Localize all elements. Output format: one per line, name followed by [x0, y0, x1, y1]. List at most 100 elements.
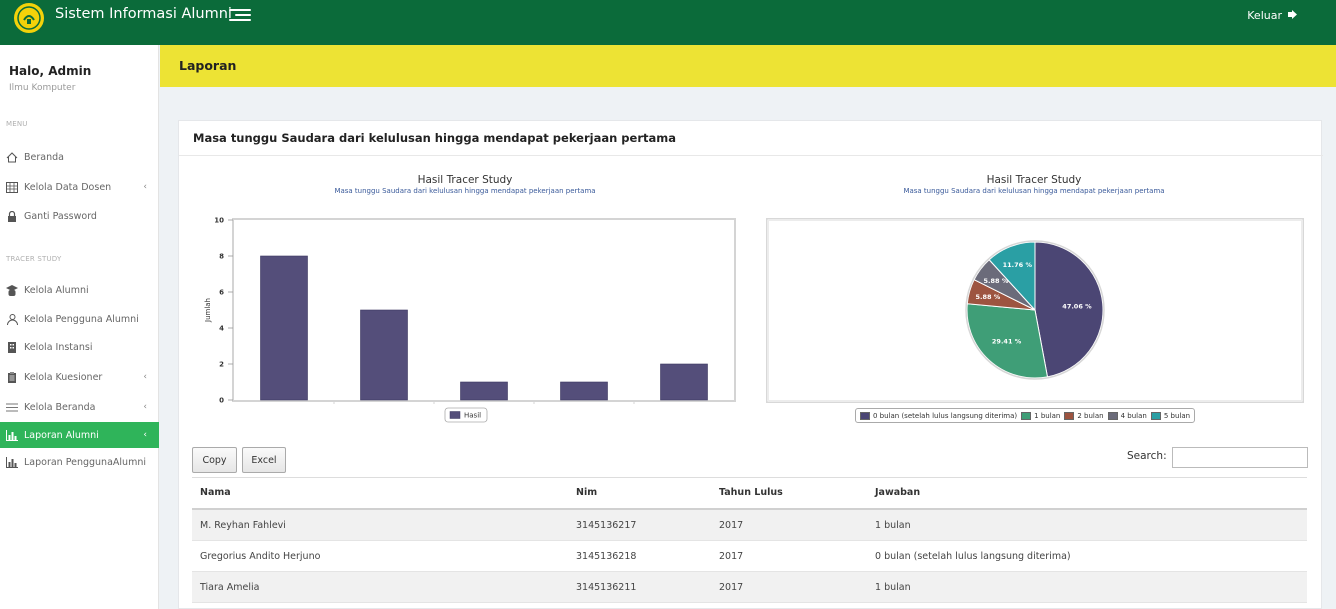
cell-tahun-lulus: 2017 — [719, 551, 744, 562]
pie-slice-label: 47.06 % — [1062, 303, 1092, 311]
sidebar-item-kelola-instansi[interactable]: Kelola Instansi — [0, 334, 159, 360]
page-header: Laporan — [160, 45, 1336, 87]
cell-jawaban: 1 bulan — [875, 520, 911, 531]
university-logo — [12, 1, 46, 35]
y-tick-label: 8 — [219, 253, 224, 261]
column-header-nama[interactable]: Nama — [200, 487, 231, 498]
app-title: Sistem Informasi Alumni — [55, 6, 232, 22]
sidebar: Halo, Admin Ilmu Komputer MENU Beranda K… — [0, 45, 159, 609]
table-row[interactable]: M. Reyhan Fahlevi 3145136217 2017 1 bula… — [192, 510, 1307, 541]
legend-swatch — [1107, 411, 1118, 420]
copy-button[interactable]: Copy — [192, 447, 237, 473]
legend-swatch — [1150, 411, 1161, 420]
sidebar-item-beranda[interactable]: Beranda — [0, 144, 159, 170]
sidebar-item-label: Kelola Instansi — [24, 341, 93, 353]
bar-plot-frame — [232, 218, 736, 402]
chevron-left-icon: ‹ — [143, 430, 147, 440]
table-top-border — [192, 477, 1307, 478]
y-axis-label: Jumlah — [204, 298, 212, 323]
building-icon — [5, 341, 19, 353]
bar-chart-subtitle: Masa tunggu Saudara dari kelulusan hingg… — [334, 187, 596, 195]
y-tick-label: 0 — [219, 397, 224, 405]
chevron-left-icon: ‹ — [143, 402, 147, 412]
cell-nim: 3145136217 — [576, 520, 637, 531]
legend-item[interactable]: 1 bulan — [1021, 411, 1061, 420]
sidebar-item-label: Ganti Password — [24, 210, 97, 222]
search-input[interactable] — [1172, 447, 1308, 468]
legend-label: 5 bulan — [1163, 411, 1191, 420]
user-greeting: Halo, Admin — [9, 64, 92, 78]
logout-button[interactable]: Keluar — [1247, 9, 1298, 22]
table-icon — [5, 181, 19, 193]
column-header-nim[interactable]: Nim — [576, 487, 597, 498]
bar-chart-title: Hasil Tracer Study — [417, 174, 513, 186]
sidebar-toggle-icon[interactable] — [229, 9, 251, 21]
table-row[interactable]: Tiara Amelia 3145136211 2017 1 bulan — [192, 572, 1307, 603]
sidebar-item-kelola-alumni[interactable]: Kelola Alumni — [0, 277, 159, 303]
cell-tahun-lulus: 2017 — [719, 520, 744, 531]
chart-icon — [5, 456, 19, 468]
cell-nama: M. Reyhan Fahlevi — [200, 520, 286, 531]
cell-jawaban: 0 bulan (setelah lulus langsung diterima… — [875, 551, 1071, 562]
sidebar-item-label: Kelola Data Dosen — [24, 181, 112, 193]
legend-label: 2 bulan — [1077, 411, 1104, 420]
menu-icon — [5, 401, 19, 413]
legend-label: 4 bulan — [1120, 411, 1147, 420]
sidebar-item-label: Beranda — [24, 151, 64, 163]
search-label: Search: — [1127, 450, 1167, 462]
legend-swatch — [449, 411, 461, 419]
legend-swatch — [860, 411, 870, 420]
legend-item[interactable]: 0 bulan (setelah lulus langsung diterima… — [860, 411, 1018, 420]
bar-0 bulan (setelah lulus langsung diterima)[interactable] — [260, 255, 308, 401]
bar-5 bulan[interactable] — [660, 363, 708, 401]
cell-tahun-lulus: 2017 — [719, 582, 744, 593]
table-row[interactable]: Gregorius Andito Herjuno 3145136218 2017… — [192, 541, 1307, 572]
home-icon — [5, 151, 19, 163]
top-navbar: Sistem Informasi Alumni Keluar — [0, 0, 1336, 45]
pie-legend: 0 bulan (setelah lulus langsung diterima… — [855, 408, 1196, 423]
sidebar-item-label: Kelola Kuesioner — [24, 371, 103, 383]
card-divider — [179, 155, 1323, 156]
y-tick-label: 10 — [214, 217, 224, 225]
legend-item[interactable]: 4 bulan — [1107, 411, 1147, 420]
sidebar-item-kelola-kuesioner[interactable]: Kelola Kuesioner ‹ — [0, 364, 159, 390]
clipboard-icon — [5, 371, 19, 383]
pie-slice-label: 5.88 % — [984, 277, 1009, 285]
card-title: Masa tunggu Saudara dari kelulusan hingg… — [193, 131, 676, 145]
chart-icon — [5, 429, 19, 441]
excel-button[interactable]: Excel — [242, 447, 286, 473]
sidebar-item-label: Laporan PenggunaAlumni — [24, 456, 146, 468]
sidebar-item-kelola-pengguna-alumni[interactable]: Kelola Pengguna Alumni — [0, 306, 159, 332]
page-title: Laporan — [179, 58, 237, 73]
sidebar-item-kelola-beranda[interactable]: Kelola Beranda ‹ — [0, 394, 159, 420]
menu-section-label: MENU — [6, 120, 28, 128]
legend-label: 1 bulan — [1034, 411, 1061, 420]
sidebar-item-label: Kelola Beranda — [24, 401, 96, 413]
cell-nama: Gregorius Andito Herjuno — [200, 551, 321, 562]
user-department: Ilmu Komputer — [9, 83, 76, 93]
sidebar-item-laporan-alumni[interactable]: Laporan Alumni ‹ — [0, 422, 159, 448]
column-header-tahun-lulus[interactable]: Tahun Lulus — [719, 487, 783, 498]
user-icon — [5, 313, 19, 325]
sidebar-item-kelola-data-dosen[interactable]: Kelola Data Dosen ‹ — [0, 174, 159, 200]
graduate-icon — [5, 284, 19, 296]
logout-label: Keluar — [1247, 9, 1282, 22]
pie-slice-label: 29.41 % — [992, 338, 1022, 346]
bar-2 bulan[interactable] — [460, 381, 508, 401]
bar-chart: 0 2 4 6 8 10 Jumlah Hasil — [204, 217, 736, 423]
tracer-section-label: TRACER STUDY — [6, 255, 62, 263]
pie-chart-subtitle: Masa tunggu Saudara dari kelulusan hingg… — [903, 187, 1165, 195]
legend-item[interactable]: 2 bulan — [1064, 411, 1104, 420]
legend-swatch — [1021, 411, 1032, 420]
chevron-left-icon: ‹ — [143, 372, 147, 382]
y-tick-label: 6 — [219, 289, 224, 297]
legend-label: 0 bulan (setelah lulus langsung diterima… — [873, 411, 1018, 420]
bar-legend: Hasil — [444, 407, 488, 423]
sidebar-item-laporan-pengguna-alumni[interactable]: Laporan PenggunaAlumni — [0, 449, 159, 475]
bar-1 bulan[interactable] — [360, 309, 408, 401]
bar-4 bulan[interactable] — [560, 381, 608, 401]
legend-item[interactable]: 5 bulan — [1150, 411, 1191, 420]
column-header-jawaban[interactable]: Jawaban — [875, 487, 920, 498]
sidebar-item-ganti-password[interactable]: Ganti Password — [0, 203, 159, 229]
sidebar-item-label: Kelola Alumni — [24, 284, 89, 296]
